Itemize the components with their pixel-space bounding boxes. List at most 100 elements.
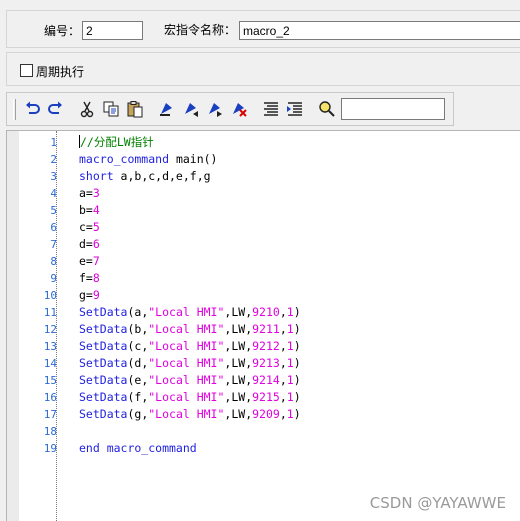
code-token: SetData [79,356,128,370]
code-token: 1 [286,322,294,336]
code-token: , [279,373,287,387]
code-line[interactable]: SetData(f,"Local HMI",LW,9215,1) [79,389,301,406]
next-bookmark-icon[interactable] [205,99,225,119]
code-line[interactable]: short a,b,c,d,e,f,g [79,168,211,185]
code-token: , [279,305,287,319]
clear-bookmarks-icon[interactable] [229,99,249,119]
code-line[interactable]: f=8 [79,270,100,287]
code-token: f= [79,271,93,285]
code-token: , [279,356,287,370]
code-token: (a, [127,305,149,319]
macro-name-input[interactable] [239,21,520,40]
code-token: , [279,339,287,353]
paste-icon[interactable] [125,99,145,119]
redo-icon[interactable] [45,99,65,119]
code-token: (b, [127,322,149,336]
copy-icon[interactable] [101,99,121,119]
code-token: macro_command [79,152,170,166]
code-line[interactable]: g=9 [79,287,100,304]
macro-header-panel: 编号： 宏指令名称： [6,10,520,48]
code-line[interactable]: c=5 [79,219,100,236]
code-line[interactable]: SetData(b,"Local HMI",LW,9211,1) [79,321,301,338]
code-token: ,LW, [224,390,253,404]
prev-bookmark-icon[interactable] [181,99,201,119]
macro-id-label: 编号： [44,24,81,38]
code-line[interactable]: b=4 [79,202,100,219]
code-token: a= [79,186,93,200]
code-token: ) [293,356,301,370]
code-token: ,LW, [224,373,253,387]
code-token: (e, [127,373,149,387]
code-token: ,LW, [224,339,253,353]
toolbar-grip[interactable] [13,99,16,120]
code-token: SetData [79,373,128,387]
code-token: 1 [286,339,294,353]
code-token: "Local HMI" [148,339,225,353]
code-token: (g, [127,407,149,421]
code-token: 9213 [252,356,280,370]
code-line[interactable]: SetData(g,"Local HMI",LW,9209,1) [79,406,301,423]
code-token: , [279,407,287,421]
code-token: d= [79,237,93,251]
code-token: SetData [79,390,128,404]
indent-icon[interactable] [285,99,305,119]
code-line[interactable]: e=7 [79,253,100,270]
code-editor[interactable]: 1 2 3 4 5 6 7 8 9 10 11 12 13 14 15 16 17 18 19 //分配LW指针 ma… [6,130,520,521]
line-number: 4 [50,187,57,200]
code-token: , [279,322,287,336]
find-icon[interactable] [317,99,337,119]
line-number: 16 [43,391,57,404]
code-token: 7 [92,254,100,268]
code-line[interactable]: SetData(d,"Local HMI",LW,9213,1) [79,355,301,372]
code-token: ) [293,373,301,387]
code-token: 9209 [252,407,280,421]
code-token: ,LW, [224,407,253,421]
code-token: //分配LW指针 [80,135,154,149]
code-token: 1 [286,305,294,319]
line-number: 8 [50,255,57,268]
code-line[interactable]: a=3 [79,185,100,202]
code-token: 1 [286,407,294,421]
code-token: 5 [92,220,100,234]
code-token: end macro_command [79,441,197,455]
line-number: 5 [50,204,57,217]
code-line[interactable]: end macro_command [79,440,197,457]
code-token: ,LW, [224,322,253,336]
line-number: 11 [43,306,57,319]
line-number: 7 [50,238,57,251]
align-icon[interactable] [261,99,281,119]
periodic-panel: 周期执行 [6,52,520,86]
code-line[interactable]: SetData(c,"Local HMI",LW,9212,1) [79,338,301,355]
toggle-bookmark-icon[interactable] [157,99,177,119]
line-number-column: 1 2 3 4 5 6 7 8 9 10 11 12 13 14 15 16 17 18 19 [19,131,57,521]
code-token: SetData [79,407,128,421]
code-token: 3 [92,186,100,200]
find-input[interactable] [341,98,445,120]
code-token: e= [79,254,93,268]
code-token: 8 [92,271,100,285]
code-token: "Local HMI" [148,356,225,370]
periodic-checkbox[interactable] [20,64,33,77]
code-line[interactable]: //分配LW指针 [79,134,154,151]
undo-icon[interactable] [23,99,43,119]
code-token: SetData [79,322,128,336]
code-line[interactable]: macro_command main() [79,151,217,168]
code-token: 4 [92,203,100,217]
code-token: "Local HMI" [148,373,225,387]
cut-icon[interactable] [77,99,97,119]
code-token: 9215 [252,390,280,404]
code-token: short [79,169,114,183]
code-line[interactable]: SetData(a,"Local HMI",LW,9210,1) [79,304,301,321]
macro-id-input[interactable] [82,21,143,40]
code-token: ) [293,390,301,404]
code-token: "Local HMI" [148,305,225,319]
code-token: ) [293,322,301,336]
editor-margin [7,131,19,521]
code-line[interactable]: SetData(e,"Local HMI",LW,9214,1) [79,372,301,389]
code-token: 9212 [252,339,280,353]
code-line[interactable]: d=6 [79,236,100,253]
line-number: 17 [43,408,57,421]
code-token: "Local HMI" [148,407,225,421]
code-token: (f, [127,390,149,404]
line-number: 10 [43,289,57,302]
